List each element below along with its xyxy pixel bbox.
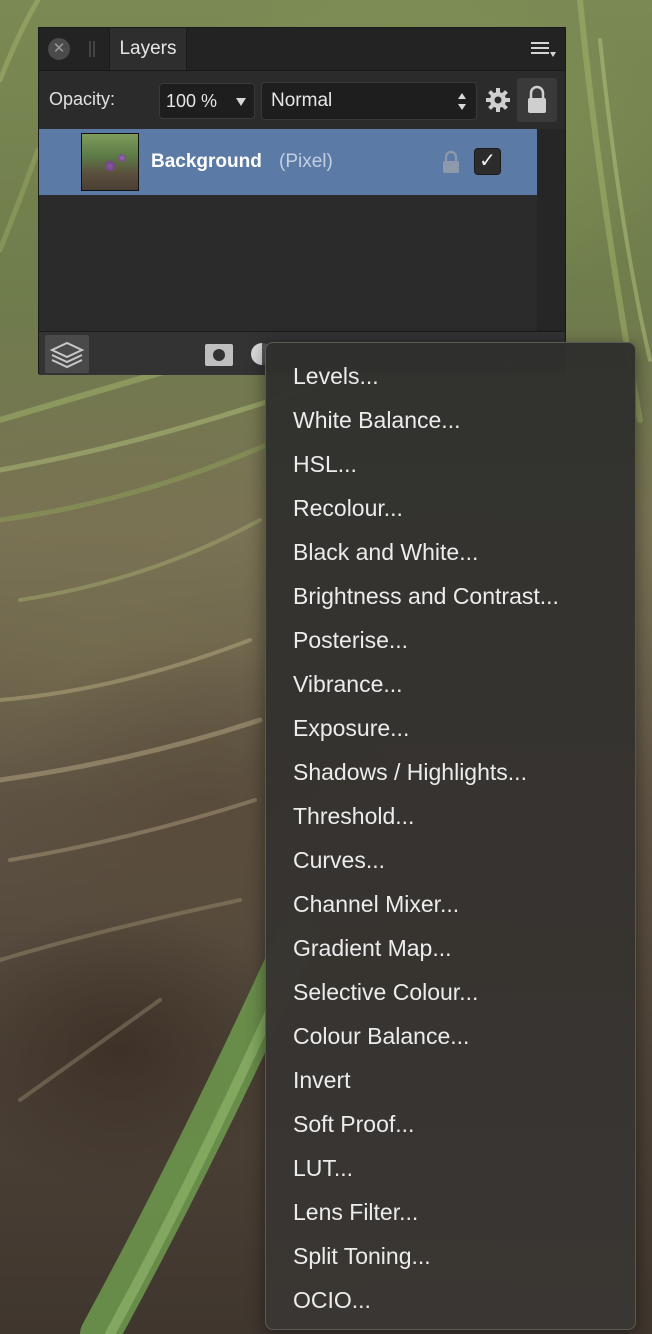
lock-button[interactable] [517, 78, 557, 122]
menu-item-lens-filter[interactable]: Lens Filter... [266, 1190, 635, 1234]
chevron-down-icon[interactable] [236, 98, 246, 106]
menu-item-gradient-map[interactable]: Gradient Map... [266, 926, 635, 970]
menu-item-channel-mixer[interactable]: Channel Mixer... [266, 882, 635, 926]
drag-handle-icon[interactable] [89, 41, 95, 57]
menu-item-brightness-contrast[interactable]: Brightness and Contrast... [266, 574, 635, 618]
menu-item-exposure[interactable]: Exposure... [266, 706, 635, 750]
layer-visibility-checkbox[interactable]: ✓ [474, 148, 501, 175]
layers-stack-icon[interactable] [45, 335, 89, 373]
panel-menu-icon[interactable] [531, 38, 557, 60]
menu-item-soft-proof[interactable]: Soft Proof... [266, 1102, 635, 1146]
lock-icon [528, 85, 546, 113]
menu-item-hsl[interactable]: HSL... [266, 442, 635, 486]
layer-row[interactable]: Background (Pixel) ✓ [39, 129, 537, 195]
opacity-label: Opacity: [49, 89, 116, 109]
layer-type: (Pixel) [279, 151, 333, 172]
menu-item-vibrance[interactable]: Vibrance... [266, 662, 635, 706]
menu-item-levels[interactable]: Levels... [266, 354, 635, 398]
layer-name: Background [151, 151, 262, 172]
menu-item-colour-balance[interactable]: Colour Balance... [266, 1014, 635, 1058]
menu-item-white-balance[interactable]: White Balance... [266, 398, 635, 442]
layers-panel: ✕ Layers Opacity: 100 % Normal Backgroun… [38, 27, 566, 375]
stepper-up-icon [458, 93, 466, 99]
gear-icon[interactable] [485, 87, 511, 113]
tab-layers[interactable]: Layers [109, 28, 187, 70]
layer-thumbnail [81, 133, 139, 191]
menu-item-curves[interactable]: Curves... [266, 838, 635, 882]
menu-item-split-toning[interactable]: Split Toning... [266, 1234, 635, 1278]
menu-item-selective-colour[interactable]: Selective Colour... [266, 970, 635, 1014]
layers-list: Background (Pixel) ✓ [39, 129, 537, 331]
menu-item-recolour[interactable]: Recolour... [266, 486, 635, 530]
panel-tab-bar: ✕ Layers [39, 28, 565, 71]
menu-item-black-and-white[interactable]: Black and White... [266, 530, 635, 574]
menu-item-lut[interactable]: LUT... [266, 1146, 635, 1190]
close-icon[interactable]: ✕ [48, 38, 70, 60]
layer-toolbar: Opacity: 100 % Normal [39, 71, 565, 129]
menu-item-shadows-highlights[interactable]: Shadows / Highlights... [266, 750, 635, 794]
stepper-down-icon [458, 104, 466, 110]
menu-item-threshold[interactable]: Threshold... [266, 794, 635, 838]
menu-item-invert[interactable]: Invert [266, 1058, 635, 1102]
menu-item-posterise[interactable]: Posterise... [266, 618, 635, 662]
blend-mode-value: Normal [271, 90, 333, 111]
adjustment-menu: Levels... White Balance... HSL... Recolo… [265, 342, 636, 1330]
opacity-value: 100 % [166, 91, 218, 111]
menu-item-ocio[interactable]: OCIO... [266, 1278, 635, 1322]
layer-lock-icon[interactable] [441, 149, 461, 175]
layers-scrollbar[interactable] [537, 129, 565, 331]
mask-icon[interactable] [205, 344, 233, 366]
blend-mode-select[interactable]: Normal [261, 82, 477, 120]
opacity-input[interactable]: 100 % [159, 83, 255, 119]
